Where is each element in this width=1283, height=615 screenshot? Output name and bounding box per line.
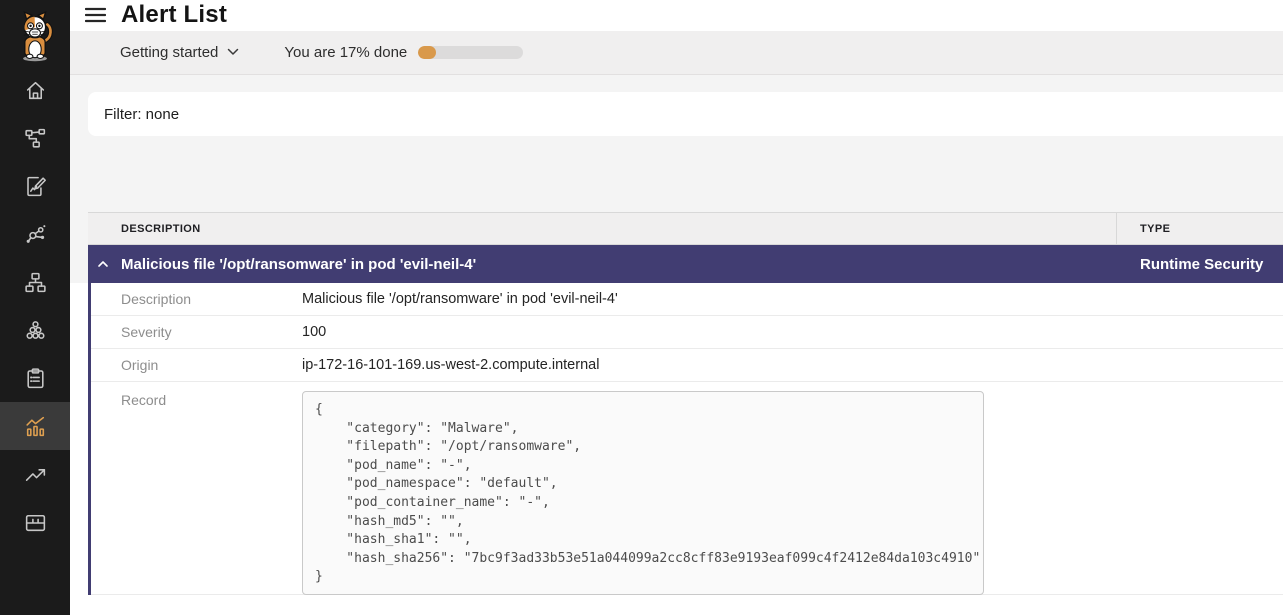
main-area: Alert List Getting started You are 17% d… bbox=[70, 0, 1283, 615]
home-icon bbox=[23, 78, 48, 103]
hierarchy-icon bbox=[23, 270, 48, 295]
alert-row-description-cell: Malicious file '/opt/ransomware' in pod … bbox=[88, 256, 1117, 273]
detail-value: Malicious file '/opt/ransomware' in pod … bbox=[302, 291, 618, 307]
alert-row-expanded[interactable]: Malicious file '/opt/ransomware' in pod … bbox=[88, 245, 1283, 283]
chevron-up-icon bbox=[96, 257, 110, 271]
cluster-icon bbox=[23, 318, 48, 343]
hamburger-menu-button[interactable] bbox=[85, 7, 106, 23]
detail-label: Severity bbox=[91, 324, 302, 340]
sidebar-item-hierarchy[interactable] bbox=[0, 258, 70, 306]
sidebar-item-cluster[interactable] bbox=[0, 306, 70, 354]
detail-row-record: Record { "category": "Malware", "filepat… bbox=[91, 382, 1283, 595]
topology-icon bbox=[23, 126, 48, 151]
chevron-down-icon bbox=[227, 48, 239, 56]
alert-type-text: Runtime Security bbox=[1117, 256, 1263, 273]
detail-row-description: Description Malicious file '/opt/ransomw… bbox=[91, 283, 1283, 316]
sidebar-item-topology[interactable] bbox=[0, 114, 70, 162]
policy-editor-icon bbox=[23, 174, 48, 199]
progress-bar bbox=[418, 46, 523, 59]
detail-value: 100 bbox=[302, 324, 326, 340]
progress-fill bbox=[418, 46, 436, 59]
filter-label: Filter: none bbox=[104, 106, 179, 123]
alert-description-text: Malicious file '/opt/ransomware' in pod … bbox=[121, 256, 476, 273]
sidebar-item-trends[interactable] bbox=[0, 450, 70, 498]
getting-started-dropdown[interactable]: Getting started bbox=[120, 44, 239, 61]
monitoring-icon bbox=[23, 414, 48, 439]
record-json-block: { "category": "Malware", "filepath": "/o… bbox=[302, 391, 984, 595]
filter-bar[interactable]: Filter: none bbox=[88, 92, 1283, 136]
topbar: Alert List bbox=[70, 0, 1283, 31]
hamburger-icon bbox=[85, 7, 106, 23]
detail-label: Record bbox=[91, 382, 302, 408]
detail-row-origin: Origin ip-172-16-101-169.us-west-2.compu… bbox=[91, 349, 1283, 382]
compliance-icon bbox=[23, 366, 48, 391]
app-window: Alert List Getting started You are 17% d… bbox=[0, 0, 1283, 615]
detail-label: Description bbox=[91, 291, 302, 307]
sidebar-item-policy-editor[interactable] bbox=[0, 162, 70, 210]
detail-row-severity: Severity 100 bbox=[91, 316, 1283, 349]
onboarding-bar: Getting started You are 17% done bbox=[70, 31, 1283, 75]
sidebar-item-monitoring[interactable] bbox=[0, 402, 70, 450]
trends-icon bbox=[23, 462, 48, 487]
column-header-description: DESCRIPTION bbox=[88, 213, 1117, 244]
detail-value: ip-172-16-101-169.us-west-2.compute.inte… bbox=[302, 357, 599, 373]
sidebar bbox=[0, 0, 70, 615]
alert-detail-strip: Description Malicious file '/opt/ransomw… bbox=[70, 283, 1283, 615]
sidebar-nav bbox=[0, 66, 70, 546]
table-header-row: DESCRIPTION TYPE bbox=[88, 212, 1283, 245]
sidebar-item-home[interactable] bbox=[0, 66, 70, 114]
getting-started-label: Getting started bbox=[120, 44, 218, 61]
network-graph-icon bbox=[23, 222, 48, 247]
detail-label: Origin bbox=[91, 357, 302, 373]
alert-detail-panel: Description Malicious file '/opt/ransomw… bbox=[88, 283, 1283, 595]
content-area: Filter: none DESCRIPTION TYPE Malicious … bbox=[70, 75, 1283, 615]
inventory-icon bbox=[23, 510, 48, 535]
record-value-cell: { "category": "Malware", "filepath": "/o… bbox=[302, 382, 984, 595]
cat-mascot-icon bbox=[12, 10, 58, 62]
page-title: Alert List bbox=[121, 1, 227, 29]
column-header-type: TYPE bbox=[1117, 213, 1170, 244]
cat-mascot-logo bbox=[0, 0, 70, 66]
alert-table: DESCRIPTION TYPE Malicious file '/opt/ra… bbox=[88, 212, 1283, 615]
sidebar-item-compliance[interactable] bbox=[0, 354, 70, 402]
progress-text: You are 17% done bbox=[284, 44, 407, 61]
sidebar-item-network-graph[interactable] bbox=[0, 210, 70, 258]
sidebar-item-inventory[interactable] bbox=[0, 498, 70, 546]
